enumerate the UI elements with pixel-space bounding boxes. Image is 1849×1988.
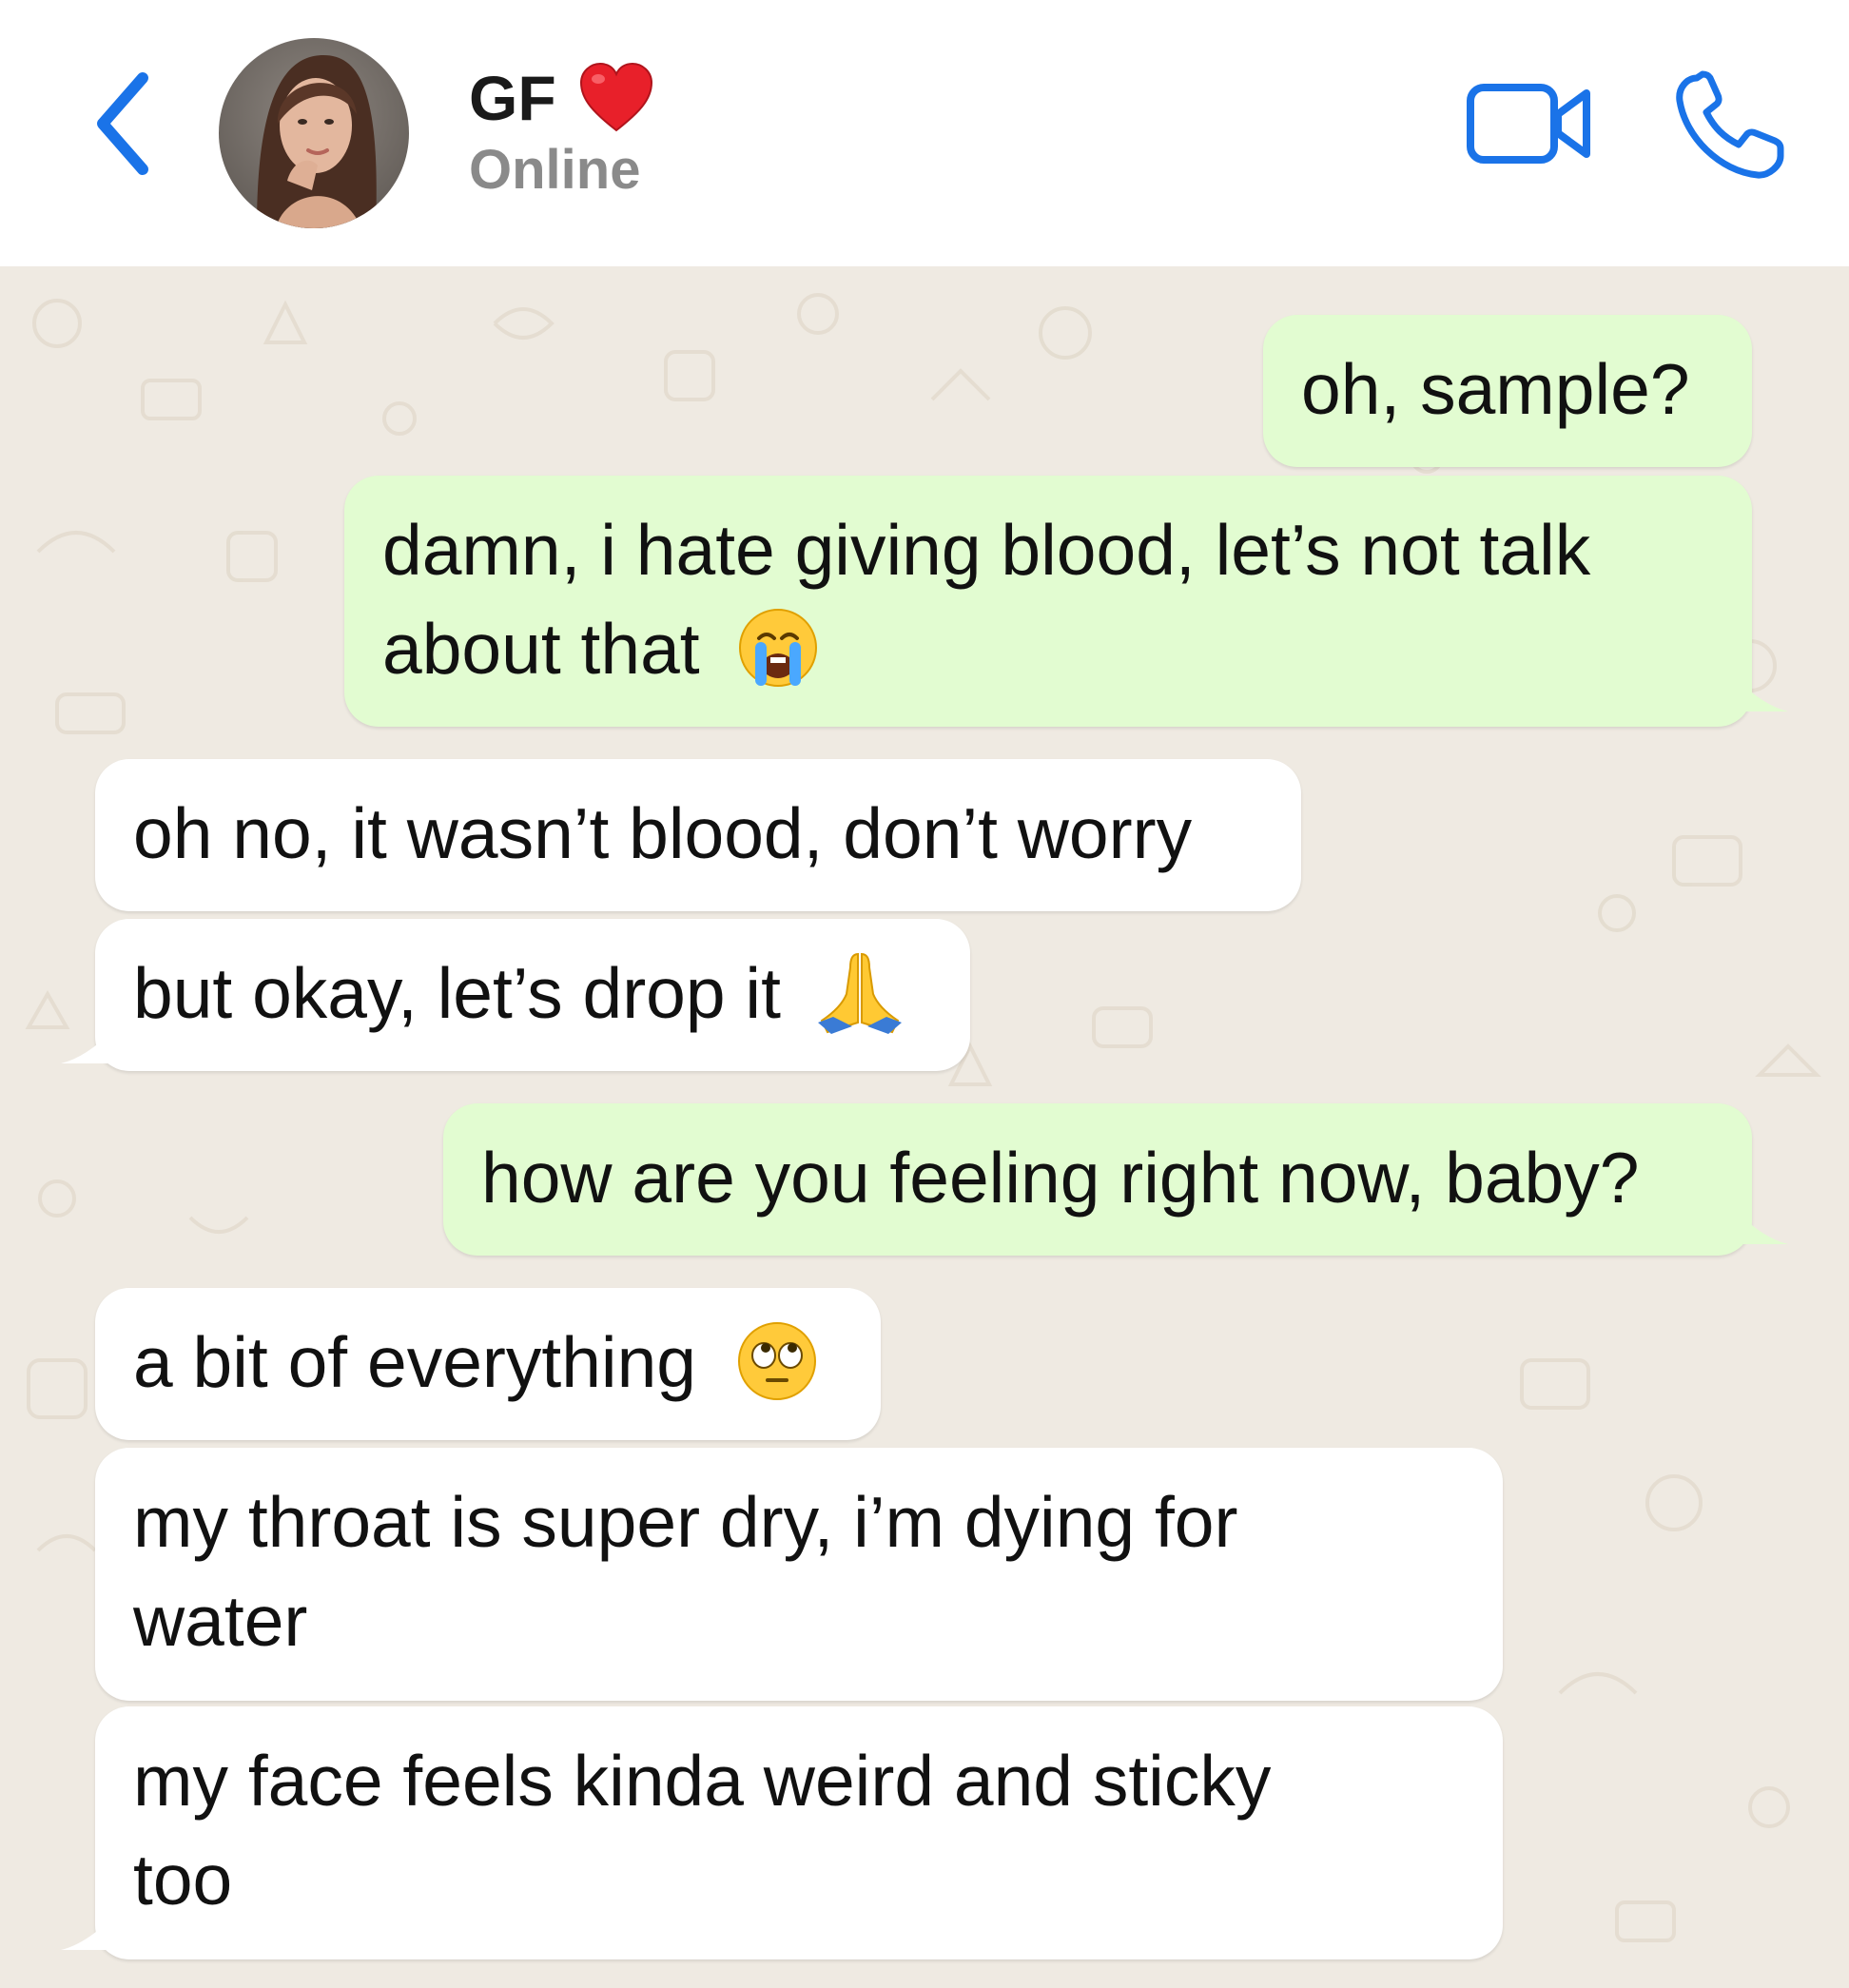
message-text: oh no, it wasn’t blood, don’t worry xyxy=(133,793,1193,873)
message-text: a bit of everything xyxy=(133,1322,697,1402)
bubble-tail xyxy=(61,1916,114,1950)
message-text: how are you feeling right now, baby? xyxy=(481,1138,1640,1218)
back-chevron-icon[interactable] xyxy=(88,67,164,181)
avatar[interactable] xyxy=(219,38,409,228)
chat-header: GF Online xyxy=(0,0,1849,266)
loudly-crying-face-emoji xyxy=(739,609,818,688)
bubble-tail xyxy=(61,1029,114,1063)
face-with-rolling-eyes-emoji xyxy=(737,1322,816,1401)
contact-name: GF xyxy=(469,63,556,133)
incoming-message-bubble[interactable]: a bit of everything xyxy=(95,1288,881,1440)
folded-hands-emoji xyxy=(817,953,902,1035)
incoming-message-bubble[interactable]: my throat is super dry, i’m dying for wa… xyxy=(95,1448,1503,1701)
bubble-tail xyxy=(1735,1210,1788,1244)
message-text-line: water xyxy=(133,1581,308,1661)
message-text-line: about that xyxy=(382,599,1714,698)
contact-status: Online xyxy=(469,139,641,201)
message-text-line: my face feels kinda weird and sticky xyxy=(133,1741,1272,1821)
outgoing-message-bubble[interactable]: oh, sample? xyxy=(1263,315,1752,467)
chat-area[interactable]: oh, sample? damn, i hate giving blood, l… xyxy=(0,266,1849,1988)
message-text-line: my throat is super dry, i’m dying for xyxy=(133,1482,1238,1562)
red-heart-icon xyxy=(579,62,652,132)
outgoing-message-bubble[interactable]: how are you feeling right now, baby? xyxy=(443,1103,1752,1256)
incoming-message-bubble[interactable]: my face feels kinda weird and sticky too xyxy=(95,1706,1503,1959)
message-text-line: damn, i hate giving blood, let’s not tal… xyxy=(382,510,1591,590)
phone-icon[interactable] xyxy=(1672,70,1788,181)
message-text: but okay, let’s drop it xyxy=(133,953,781,1033)
contact-name-row[interactable]: GF xyxy=(469,55,655,141)
video-call-icon[interactable] xyxy=(1465,78,1594,169)
message-text-line: too xyxy=(133,1840,233,1920)
incoming-message-bubble[interactable]: oh no, it wasn’t blood, don’t worry xyxy=(95,759,1301,911)
incoming-message-bubble[interactable]: but okay, let’s drop it xyxy=(95,919,970,1071)
avatar-photo xyxy=(219,38,409,228)
outgoing-message-bubble[interactable]: damn, i hate giving blood, let’s not tal… xyxy=(344,476,1752,727)
bubble-tail xyxy=(1735,677,1788,711)
message-text: oh, sample? xyxy=(1301,349,1690,429)
